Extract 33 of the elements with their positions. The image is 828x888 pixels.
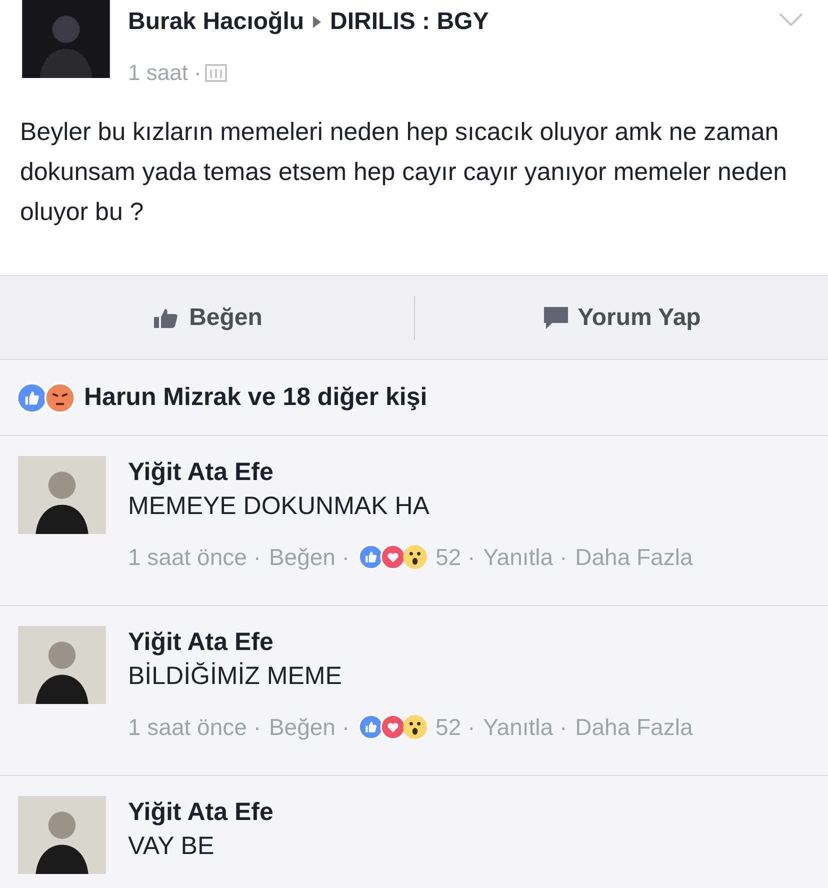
comment-time: 1 saat önce · (128, 543, 261, 572)
avatar-silhouette-icon (16, 626, 108, 704)
comment-time: 1 saat önce · (128, 713, 261, 742)
comment-text: BİLDİĞİMİZ MEME (128, 661, 343, 692)
heart-reaction-icon (380, 544, 406, 570)
comment-text: MEMEYE DOKUNMAK HA (128, 491, 430, 522)
surprised-face-icon (402, 714, 428, 740)
reaction-count: 52 · (436, 713, 476, 742)
like-button[interactable]: Beğen (0, 276, 414, 359)
comment-text: VAY BE (128, 831, 216, 862)
like-reaction-icon (16, 382, 48, 414)
avatar-silhouette-icon (16, 456, 108, 534)
post-time: 1 saat · (128, 59, 202, 87)
like-reaction-icon (358, 544, 384, 570)
comment-author[interactable]: Yiğit Ata Efe (128, 626, 693, 658)
reactions-summary[interactable]: Harun Mizrak ve 18 diğer kişi (84, 378, 428, 416)
group-icon (205, 64, 228, 82)
reaction-count: 52 · (436, 543, 476, 572)
heart-reaction-icon (380, 714, 406, 740)
angry-face-icon (44, 382, 76, 414)
arrow-right-icon (312, 15, 322, 29)
post-text: Beyler bu kızların memeleri neden hep sıcacık oluyor amk ne zaman dokunsam yada temas etsem hep cayır cayır yanıyor memeler neden oluyor bu ? (19, 117, 788, 228)
avatar-silhouette-icon (20, 0, 112, 78)
like-reaction-icon (358, 714, 384, 740)
surprised-face-icon (402, 544, 428, 570)
author-name[interactable]: Burak Hacıoğlu (128, 4, 304, 40)
comment-bubble-icon (542, 304, 570, 330)
group-name[interactable]: DIRILIS : BGY (330, 4, 489, 40)
comment-author[interactable]: Yiğit Ata Efe (128, 796, 274, 828)
comment-button[interactable]: Yorum Yap (414, 276, 828, 359)
avatar-silhouette-icon (16, 796, 108, 874)
chevron-down-icon[interactable] (778, 12, 804, 28)
comment-author[interactable]: Yiğit Ata Efe (128, 456, 693, 488)
